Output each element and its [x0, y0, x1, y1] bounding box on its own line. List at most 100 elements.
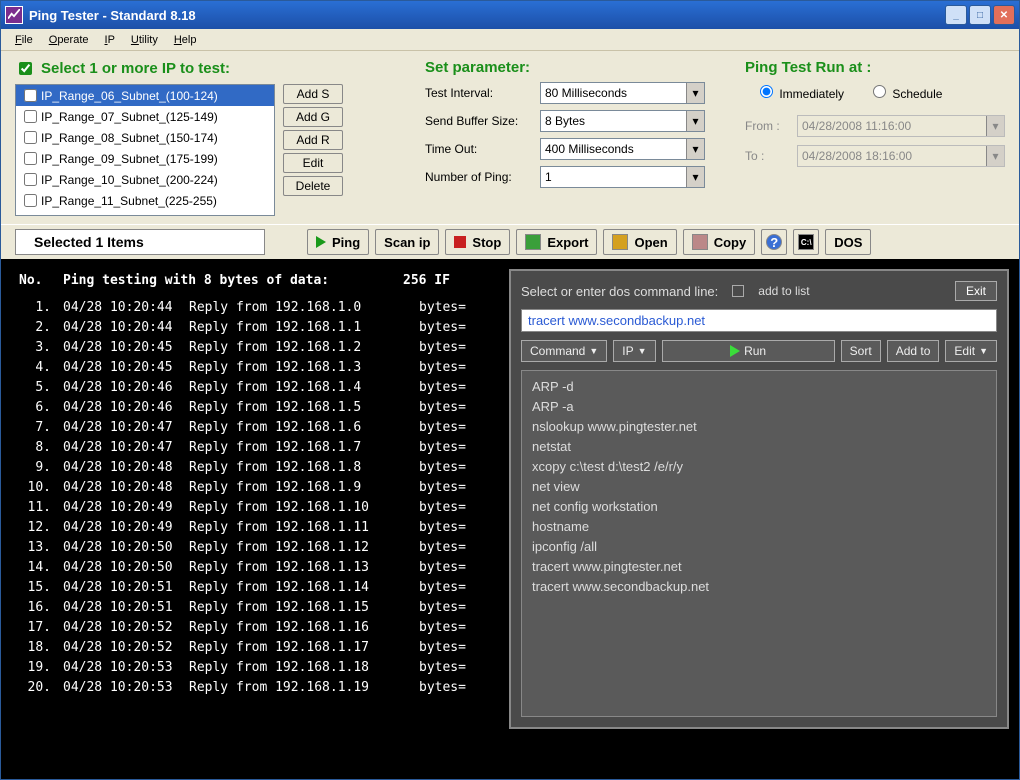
numping-combo[interactable]: 1▾	[540, 166, 705, 188]
export-icon	[525, 234, 541, 250]
add-r-button[interactable]: Add R	[283, 130, 343, 150]
select-ip-checkbox[interactable]	[19, 62, 32, 75]
param-section-title: Set parameter:	[425, 59, 705, 76]
export-button[interactable]: Export	[516, 229, 597, 255]
play-icon	[730, 345, 740, 357]
ip-section-title: Select 1 or more IP to test:	[41, 60, 230, 77]
dos-button[interactable]: DOS	[825, 229, 871, 255]
dos-panel: Select or enter dos command line: add to…	[509, 269, 1009, 729]
menu-ip[interactable]: IP	[97, 32, 123, 48]
console-output: No. Ping testing with 8 bytes of data: 2…	[1, 259, 1019, 779]
list-item[interactable]: IP_Range_09_Subnet_(175-199)	[16, 148, 274, 169]
terminal-icon: C:\	[798, 234, 814, 250]
dos-exit-button[interactable]: Exit	[955, 281, 997, 301]
ip-section: Select 1 or more IP to test: IP_Range_06…	[15, 59, 385, 216]
ip-item-checkbox[interactable]	[24, 215, 37, 216]
settings-panel: Select 1 or more IP to test: IP_Range_06…	[1, 51, 1019, 224]
chevron-down-icon: ▾	[686, 139, 704, 159]
dos-icon-button[interactable]: C:\	[793, 229, 819, 255]
delete-button[interactable]: Delete	[283, 176, 343, 196]
from-label: From :	[745, 119, 787, 133]
ip-item-checkbox[interactable]	[24, 89, 37, 102]
app-window: Ping Tester - Standard 8.18 _ □ ✕ File O…	[0, 0, 1020, 780]
toolbar: Selected 1 Items Ping Scan ip Stop Expor…	[1, 224, 1019, 259]
help-button[interactable]: ?	[761, 229, 787, 255]
list-item[interactable]: IP_Range_11_Subnet_(225-255)	[16, 190, 274, 211]
col-msg: Ping testing with 8 bytes of data:	[63, 273, 403, 288]
dos-list-item[interactable]: tracert www.secondbackup.net	[532, 577, 986, 597]
dos-command-list[interactable]: ARP -dARP -anslookup www.pingtester.netn…	[521, 370, 997, 717]
close-button[interactable]: ✕	[993, 5, 1015, 25]
dos-list-item[interactable]: ipconfig /all	[532, 537, 986, 557]
add-s-button[interactable]: Add S	[283, 84, 343, 104]
ip-listbox[interactable]: IP_Range_06_Subnet_(100-124)IP_Range_07_…	[15, 84, 275, 216]
app-icon	[5, 6, 23, 24]
from-datetime: 04/28/2008 11:16:00▾	[797, 115, 1005, 137]
dos-list-item[interactable]: net view	[532, 477, 986, 497]
timeout-label: Time Out:	[425, 142, 530, 156]
maximize-button[interactable]: □	[969, 5, 991, 25]
list-item[interactable]: IP_Range_07_Subnet_(125-149)	[16, 106, 274, 127]
radio-immediately[interactable]: Immediately	[755, 82, 844, 101]
interval-combo[interactable]: 80 Milliseconds▾	[540, 82, 705, 104]
timeout-combo[interactable]: 400 Milliseconds▾	[540, 138, 705, 160]
chevron-down-icon: ▾	[686, 111, 704, 131]
dos-list-item[interactable]: ARP -a	[532, 397, 986, 417]
numping-label: Number of Ping:	[425, 170, 530, 184]
dos-edit-dropdown[interactable]: Edit▼	[945, 340, 997, 362]
list-item[interactable]: IP_Range_08_Subnet_(150-174)	[16, 127, 274, 148]
dos-list-item[interactable]: tracert www.pingtester.net	[532, 557, 986, 577]
edit-button[interactable]: Edit	[283, 153, 343, 173]
dos-command-input[interactable]: tracert www.secondbackup.net	[521, 309, 997, 332]
open-button[interactable]: Open	[603, 229, 676, 255]
copy-button[interactable]: Copy	[683, 229, 756, 255]
ping-button[interactable]: Ping	[307, 229, 369, 255]
dos-ip-dropdown[interactable]: IP▼	[613, 340, 655, 362]
dos-sort-button[interactable]: Sort	[841, 340, 881, 362]
dos-list-item[interactable]: netstat	[532, 437, 986, 457]
dos-addto-button[interactable]: Add to	[887, 340, 940, 362]
dos-list-item[interactable]: nslookup www.pingtester.net	[532, 417, 986, 437]
menubar: File Operate IP Utility Help	[1, 29, 1019, 51]
list-item[interactable]: IP_Range_10_Subnet_(200-224)	[16, 169, 274, 190]
col-no: No.	[19, 273, 63, 288]
chevron-down-icon: ▾	[986, 146, 1004, 166]
menu-operate[interactable]: Operate	[41, 32, 97, 48]
menu-utility[interactable]: Utility	[123, 32, 166, 48]
chevron-down-icon: ▾	[986, 116, 1004, 136]
selected-items-label: Selected 1 Items	[15, 229, 265, 255]
dos-command-dropdown[interactable]: Command▼	[521, 340, 607, 362]
interval-label: Test Interval:	[425, 86, 530, 100]
run-section: Ping Test Run at : Immediately Schedule …	[745, 59, 1005, 216]
dos-run-button[interactable]: Run	[662, 340, 835, 362]
menu-help[interactable]: Help	[166, 32, 205, 48]
list-item[interactable]: Red Local	[16, 211, 274, 216]
col-256: 256 IF	[403, 273, 450, 288]
chevron-down-icon: ▾	[686, 167, 704, 187]
add-g-button[interactable]: Add G	[283, 107, 343, 127]
minimize-button[interactable]: _	[945, 5, 967, 25]
ip-item-checkbox[interactable]	[24, 131, 37, 144]
dos-list-item[interactable]: ARP -d	[532, 377, 986, 397]
titlebar: Ping Tester - Standard 8.18 _ □ ✕	[1, 1, 1019, 29]
ip-item-checkbox[interactable]	[24, 110, 37, 123]
add-to-list-checkbox[interactable]	[732, 285, 744, 297]
ip-item-checkbox[interactable]	[24, 173, 37, 186]
to-datetime: 04/28/2008 18:16:00▾	[797, 145, 1005, 167]
menu-file[interactable]: File	[7, 32, 41, 48]
dos-list-item[interactable]: net config workstation	[532, 497, 986, 517]
dos-list-item[interactable]: xcopy c:\test d:\test2 /e/r/y	[532, 457, 986, 477]
ip-item-checkbox[interactable]	[24, 152, 37, 165]
add-to-list-label: add to list	[758, 284, 809, 298]
buffer-combo[interactable]: 8 Bytes▾	[540, 110, 705, 132]
scan-ip-button[interactable]: Scan ip	[375, 229, 439, 255]
stop-button[interactable]: Stop	[445, 229, 510, 255]
dos-prompt-label: Select or enter dos command line:	[521, 284, 718, 299]
radio-schedule[interactable]: Schedule	[868, 82, 942, 101]
dos-list-item[interactable]: hostname	[532, 517, 986, 537]
copy-icon	[692, 234, 708, 250]
ip-item-checkbox[interactable]	[24, 194, 37, 207]
stop-icon	[454, 236, 466, 248]
list-item[interactable]: IP_Range_06_Subnet_(100-124)	[16, 85, 274, 106]
buffer-label: Send Buffer Size:	[425, 114, 530, 128]
